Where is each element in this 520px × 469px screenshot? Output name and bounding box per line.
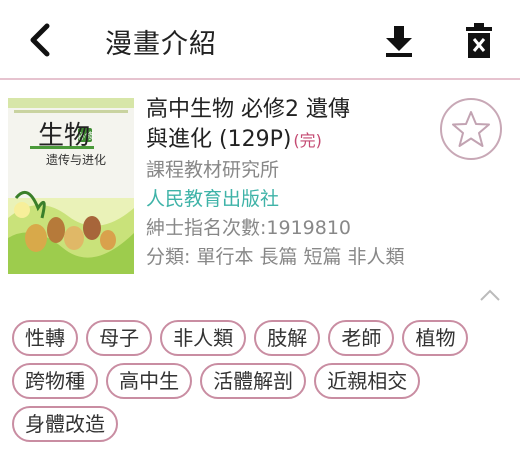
cover-image: 必修 生物 遗传与进化 — [8, 98, 134, 274]
cover-subtitle: 遗传与进化 — [46, 152, 106, 167]
view-count: 紳士指名次數:1919810 — [146, 217, 352, 239]
tag-chip[interactable]: 身體改造 — [12, 406, 118, 442]
completion-status: (完) — [293, 131, 322, 150]
tag-chip[interactable]: 植物 — [402, 320, 469, 356]
manga-title: 高中生物 必修2 遺傳 與進化 (129P) (完) — [146, 95, 436, 156]
tag-chip[interactable]: 近親相交 — [314, 363, 421, 399]
manga-cover[interactable]: 必修 生物 遗传与进化 — [8, 98, 134, 274]
manga-title-line1: 高中生物 必修2 遺傳 — [146, 97, 350, 122]
delete-button[interactable] — [458, 20, 500, 62]
categories: 分類: 單行本 長篇 短篇 非人類 — [146, 246, 405, 268]
tag-chip[interactable]: 母子 — [86, 320, 153, 356]
back-icon — [30, 23, 50, 57]
back-button[interactable] — [20, 20, 60, 60]
tag-chip[interactable]: 非人類 — [160, 320, 247, 356]
favorite-button[interactable] — [440, 98, 502, 160]
app-header: 漫畫介紹 — [0, 0, 520, 80]
author-link[interactable]: 課程教材研究所 — [146, 156, 436, 185]
tag-chip[interactable]: 性轉 — [12, 320, 78, 356]
cover-title: 生物 — [38, 121, 90, 151]
manga-title-line2: 與進化 (129P) — [146, 127, 292, 152]
collapse-toggle[interactable] — [478, 287, 502, 303]
tag-chip[interactable]: 跨物種 — [12, 363, 98, 399]
star-icon — [452, 111, 490, 147]
manga-info: 高中生物 必修2 遺傳 與進化 (129P) (完) 課程教材研究所 人民教育出版… — [146, 95, 436, 272]
page-title: 漫畫介紹 — [105, 29, 217, 60]
publisher-link[interactable]: 人民教育出版社 — [146, 185, 436, 214]
tag-chip[interactable]: 活體解剖 — [200, 363, 307, 399]
tag-chip[interactable]: 老師 — [328, 320, 395, 356]
chevron-up-icon — [480, 289, 500, 301]
tag-chip[interactable]: 高中生 — [106, 363, 193, 399]
download-icon — [386, 26, 412, 57]
trash-icon — [466, 23, 492, 58]
download-button[interactable] — [378, 20, 420, 62]
tag-chip[interactable]: 肢解 — [254, 320, 321, 356]
tag-list: 性轉 母子 非人類 肢解 老師 植物 跨物種 高中生 活體解剖 近親相交 身體改… — [12, 320, 512, 449]
